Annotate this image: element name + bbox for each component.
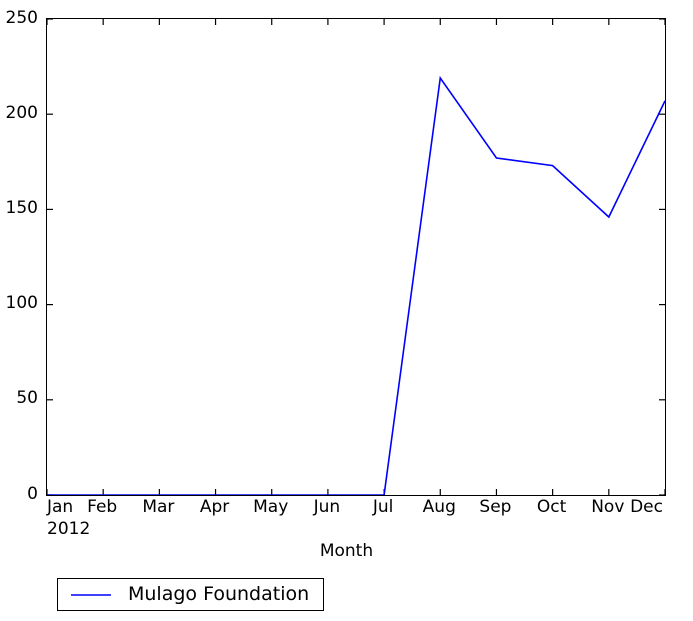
legend-label: Mulago Foundation: [128, 583, 310, 605]
x-tick-label: Feb: [87, 497, 118, 517]
x-tick-label: Sep: [479, 497, 512, 517]
x-tick-label: Nov: [591, 497, 625, 517]
x-tick-sublabel: 2012: [47, 519, 91, 539]
x-tick-label: Jun: [313, 497, 341, 517]
x-tick-label: Apr: [199, 497, 230, 517]
chart-legend: Mulago Foundation: [57, 578, 325, 611]
x-tick-label: Oct: [536, 497, 567, 517]
x-axis-title: Month: [319, 541, 374, 561]
x-axis-tick-labels: Jan 2012 Feb Mar Apr May Jun Jul Aug Sep Oct Nov Dec: [0, 0, 693, 621]
x-tick-label: Jan: [47, 497, 74, 517]
x-tick-label: Dec: [630, 497, 663, 517]
chart-figure: 0 50 100 150 200 250 Jan 2012 Feb Mar Apr May Jun Ju…: [0, 0, 693, 621]
x-tick-label: Mar: [142, 497, 175, 517]
x-tick-label: Aug: [422, 497, 456, 517]
x-tick-label: May: [253, 497, 289, 517]
legend-line-swatch: [71, 593, 111, 596]
x-tick-label: Jul: [372, 497, 394, 517]
legend-entry: Mulago Foundation: [70, 585, 309, 604]
